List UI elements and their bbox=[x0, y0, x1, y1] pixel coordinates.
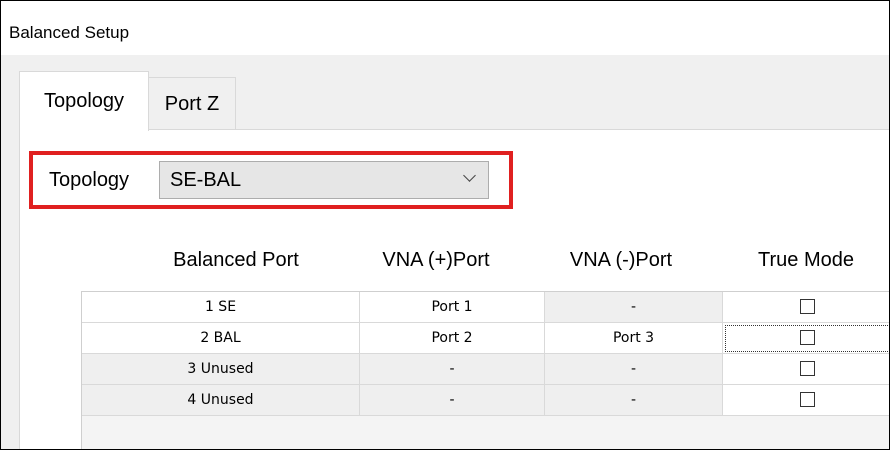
true-mode-checkbox[interactable] bbox=[799, 391, 815, 407]
balanced-setup-window: Balanced Setup Topology Port Z Topology … bbox=[0, 0, 890, 450]
topology-dropdown-value: SE-BAL bbox=[170, 169, 242, 191]
true-mode-checkbox[interactable] bbox=[799, 329, 815, 345]
vna-minus-port-cell: - bbox=[545, 385, 723, 416]
table-row: 2 BAL Port 2 Port 3 bbox=[82, 323, 889, 354]
true-mode-checkbox[interactable] bbox=[799, 360, 815, 376]
true-mode-cell bbox=[723, 292, 889, 323]
topology-label: Topology bbox=[49, 169, 130, 191]
vna-plus-port-cell[interactable]: Port 2 bbox=[360, 323, 545, 354]
column-header-vna-minus-port: VNA (-)Port bbox=[569, 249, 673, 271]
true-mode-cell bbox=[723, 385, 889, 416]
column-header-true-mode: True Mode bbox=[758, 249, 854, 271]
table-row: 1 SE Port 1 - bbox=[82, 292, 889, 323]
column-header-balanced-port: Balanced Port bbox=[173, 249, 299, 271]
chevron-down-icon bbox=[463, 169, 476, 182]
column-header-vna-plus-port: VNA (+)Port bbox=[382, 249, 490, 271]
port-table: 1 SE Port 1 - 2 BAL Port 2 Port 3 3 Unus… bbox=[81, 291, 889, 449]
balanced-port-cell: 4 Unused bbox=[82, 385, 360, 416]
balanced-port-cell: 1 SE bbox=[82, 292, 360, 323]
tab-port-z[interactable]: Port Z bbox=[148, 77, 236, 129]
tab-strip: Topology Port Z bbox=[1, 55, 889, 131]
table-row: 4 Unused - - bbox=[82, 385, 889, 416]
topology-dropdown[interactable]: SE-BAL bbox=[159, 161, 489, 199]
true-mode-cell bbox=[723, 323, 889, 354]
vna-minus-port-cell: - bbox=[545, 354, 723, 385]
vna-minus-port-cell[interactable]: Port 3 bbox=[545, 323, 723, 354]
true-mode-cell bbox=[723, 354, 889, 385]
title-bar: Balanced Setup bbox=[1, 1, 889, 55]
balanced-port-cell: 3 Unused bbox=[82, 354, 360, 385]
vna-plus-port-cell: - bbox=[360, 354, 545, 385]
vna-plus-port-cell[interactable]: Port 1 bbox=[360, 292, 545, 323]
window-title: Balanced Setup bbox=[9, 23, 130, 42]
true-mode-checkbox[interactable] bbox=[799, 298, 815, 314]
table-row: 3 Unused - - bbox=[82, 354, 889, 385]
vna-minus-port-cell: - bbox=[545, 292, 723, 323]
vna-plus-port-cell: - bbox=[360, 385, 545, 416]
tab-topology[interactable]: Topology bbox=[19, 71, 149, 131]
balanced-port-cell: 2 BAL bbox=[82, 323, 360, 354]
